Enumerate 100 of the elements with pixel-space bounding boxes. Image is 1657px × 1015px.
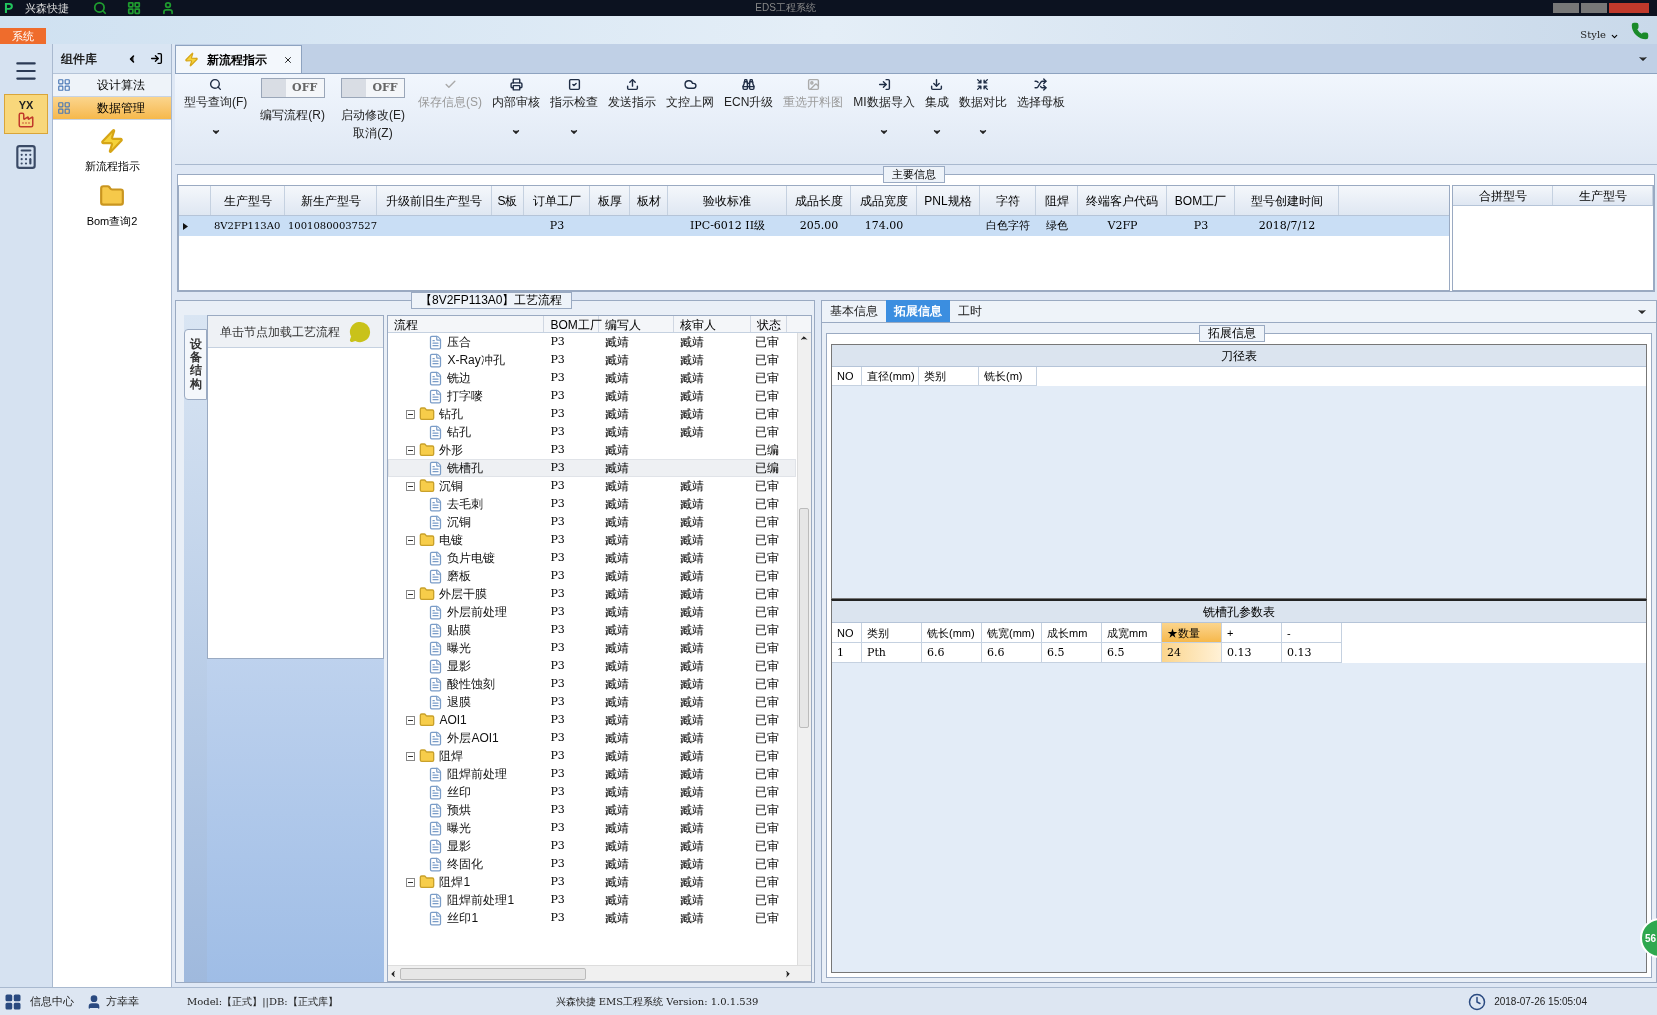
tree-row[interactable]: 显影 P3 臧靖 臧靖 已审 bbox=[388, 837, 796, 855]
collapse-toggle[interactable] bbox=[406, 535, 416, 545]
grid-icon[interactable] bbox=[127, 1, 142, 15]
collapse-toggle[interactable] bbox=[406, 877, 416, 887]
column-header[interactable]: 板厚 bbox=[590, 186, 630, 215]
scroll-up-icon[interactable] bbox=[799, 333, 810, 343]
factory-button[interactable]: YX bbox=[4, 94, 48, 134]
collapse-toggle[interactable] bbox=[406, 715, 416, 725]
close-icon[interactable] bbox=[283, 54, 293, 65]
tree-row[interactable]: 退膜 P3 臧靖 臧靖 已审 bbox=[388, 693, 796, 711]
toolbar-button[interactable]: 指示检查 bbox=[545, 74, 603, 160]
column-header[interactable]: NO bbox=[832, 367, 862, 386]
tree-row[interactable]: 酸性蚀刻 P3 臧靖 臧靖 已审 bbox=[388, 675, 796, 693]
table-row[interactable]: 8V2FP113A0 10010800037527 P3 IPC-6012 II级 205.00 174.00 白色字符 绿色 V2FP P3 2018/7/12 bbox=[179, 216, 1449, 236]
column-header[interactable]: PNL规格 bbox=[917, 186, 980, 215]
panel-item[interactable]: 数据管理 bbox=[53, 97, 171, 120]
grid-icon[interactable] bbox=[4, 992, 22, 1011]
tree-row[interactable]: 电镀 P3 臧靖 臧靖 已审 bbox=[388, 531, 796, 549]
tree-row[interactable]: 沉铜 P3 臧靖 臧靖 已审 bbox=[388, 477, 796, 495]
tree-row[interactable]: 去毛刺 P3 臧靖 臧靖 已审 bbox=[388, 495, 796, 513]
collapse-toggle[interactable] bbox=[406, 445, 416, 455]
phone-icon[interactable] bbox=[1631, 22, 1649, 40]
info-center-label[interactable]: 信息中心 bbox=[30, 993, 74, 1010]
panel-item[interactable]: 设计算法 bbox=[53, 74, 171, 97]
toolbar-button[interactable]: 内部审核 bbox=[487, 74, 545, 160]
collapse-toggle[interactable] bbox=[406, 589, 416, 599]
tree-row[interactable]: 外层AOI1 P3 臧靖 臧靖 已审 bbox=[388, 729, 796, 747]
caret-icon[interactable] bbox=[1610, 32, 1619, 41]
tree-row[interactable]: 曝光 P3 臧靖 臧靖 已审 bbox=[388, 639, 796, 657]
column-header[interactable]: 铣长(m) bbox=[979, 367, 1037, 386]
column-header[interactable]: 验收标准 bbox=[668, 186, 787, 215]
pin-icon[interactable] bbox=[150, 52, 163, 65]
toolbar-button[interactable]: MI数据导入 bbox=[848, 74, 920, 160]
scroll-thumb[interactable] bbox=[799, 508, 810, 728]
collapse-toggle[interactable] bbox=[406, 481, 416, 491]
tree-row[interactable]: X-Ray冲孔 P3 臧靖 臧靖 已审 bbox=[388, 351, 796, 369]
column-header[interactable]: BOM工厂 bbox=[1167, 186, 1235, 215]
search-icon[interactable] bbox=[93, 1, 108, 15]
column-header[interactable]: 板材 bbox=[630, 186, 668, 215]
column-header[interactable]: BOM工厂 bbox=[544, 316, 600, 332]
tree-row[interactable]: 外形 P3 臧靖 已编 bbox=[388, 441, 796, 459]
user-icon[interactable] bbox=[161, 1, 176, 15]
column-header[interactable]: S板 bbox=[492, 186, 524, 215]
column-header[interactable]: 成品宽度 bbox=[851, 186, 917, 215]
column-header[interactable]: 流程 bbox=[388, 316, 545, 332]
tree-row[interactable]: 沉铜 P3 臧靖 臧靖 已审 bbox=[388, 513, 796, 531]
toolbar-button[interactable]: 集成 bbox=[919, 74, 954, 160]
column-header[interactable]: ★数量 bbox=[1162, 623, 1222, 643]
column-header[interactable]: 型号创建时间 bbox=[1235, 186, 1339, 215]
toggle-switch[interactable]: OFF bbox=[260, 78, 325, 98]
tree-row[interactable]: 负片电镀 P3 臧靖 臧靖 已审 bbox=[388, 549, 796, 567]
column-header[interactable]: 状态 bbox=[751, 316, 788, 332]
vertical-scrollbar[interactable] bbox=[797, 333, 811, 965]
column-header[interactable]: 终端客户代码 bbox=[1078, 186, 1167, 215]
scroll-right-icon[interactable] bbox=[783, 968, 793, 979]
scroll-thumb[interactable] bbox=[400, 967, 587, 980]
tree-row[interactable]: 阻焊1 P3 臧靖 臧靖 已审 bbox=[388, 873, 796, 891]
tree-row[interactable]: 钻孔 P3 臧靖 臧靖 已审 bbox=[388, 423, 796, 441]
toolbar-button[interactable]: 文控上网 bbox=[661, 74, 719, 160]
column-header[interactable]: 生产型号 bbox=[211, 186, 285, 215]
column-header[interactable]: 类别 bbox=[919, 367, 979, 386]
document-tab[interactable]: 新流程指示 bbox=[175, 45, 302, 73]
tree-row[interactable]: 阻焊前处理1 P3 臧靖 臧靖 已审 bbox=[388, 891, 796, 909]
tree-row[interactable]: 磨板 P3 臧靖 臧靖 已审 bbox=[388, 567, 796, 585]
horizontal-scrollbar[interactable] bbox=[388, 965, 811, 981]
tree-row[interactable]: 贴膜 P3 臧靖 臧靖 已审 bbox=[388, 621, 796, 639]
column-header[interactable]: 生产型号 bbox=[1553, 186, 1653, 205]
tree-row[interactable]: 终固化 P3 臧靖 臧靖 已审 bbox=[388, 855, 796, 873]
column-header[interactable]: 核审人 bbox=[674, 316, 752, 332]
toolbar-button[interactable]: 型号查询(F) bbox=[179, 74, 253, 160]
collapse-toggle[interactable] bbox=[406, 409, 416, 419]
tree-row[interactable]: 铣边 P3 臧靖 臧靖 已审 bbox=[388, 369, 796, 387]
tree-row[interactable]: 阻焊 P3 臧靖 臧靖 已审 bbox=[388, 747, 796, 765]
column-header[interactable]: 新生产型号 bbox=[285, 186, 377, 215]
tree-row[interactable]: 钻孔 P3 臧靖 臧靖 已审 bbox=[388, 405, 796, 423]
side-tab[interactable]: 设备结构 bbox=[184, 329, 208, 400]
launcher[interactable]: 新流程指示 bbox=[53, 128, 171, 175]
collapse-toggle[interactable] bbox=[406, 751, 416, 761]
column-header[interactable]: 直径(mm) bbox=[862, 367, 919, 386]
tree-row[interactable]: 压合 P3 臧靖 臧靖 已审 bbox=[388, 333, 796, 351]
column-header[interactable]: 合拼型号 bbox=[1453, 186, 1553, 205]
column-header[interactable]: 升级前旧生产型号 bbox=[377, 186, 492, 215]
tree-row[interactable]: 丝印 P3 臧靖 臧靖 已审 bbox=[388, 783, 796, 801]
tree-row[interactable]: 显影 P3 臧靖 臧靖 已审 bbox=[388, 657, 796, 675]
tree-row[interactable]: 曝光 P3 臧靖 臧靖 已审 bbox=[388, 819, 796, 837]
column-header[interactable]: 订单工厂 bbox=[524, 186, 590, 215]
toolbar-button[interactable]: 选择母板 bbox=[1011, 74, 1070, 160]
column-header[interactable]: 阻焊 bbox=[1036, 186, 1078, 215]
toggle-switch[interactable]: OFF bbox=[341, 78, 405, 98]
tree-row[interactable]: 打字嘜 P3 臧靖 臧靖 已审 bbox=[388, 387, 796, 405]
column-header[interactable]: 成品长度 bbox=[787, 186, 851, 215]
toolbar-button[interactable]: ECN升级 bbox=[719, 74, 779, 160]
tree-row[interactable]: 外层干膜 P3 臧靖 臧靖 已审 bbox=[388, 585, 796, 603]
tree-row[interactable]: 丝印1 P3 臧靖 臧靖 已审 bbox=[388, 909, 796, 927]
toolbar-button[interactable]: 数据对比 bbox=[953, 74, 1012, 160]
style-dropdown[interactable]: Style bbox=[1580, 27, 1606, 42]
tree-row[interactable]: 阻焊前处理 P3 臧靖 臧靖 已审 bbox=[388, 765, 796, 783]
tree-row[interactable]: AOI1 P3 臧靖 臧靖 已审 bbox=[388, 711, 796, 729]
tree-row[interactable]: 预烘 P3 臧靖 臧靖 已审 bbox=[388, 801, 796, 819]
tab[interactable]: 工时 bbox=[950, 300, 990, 322]
